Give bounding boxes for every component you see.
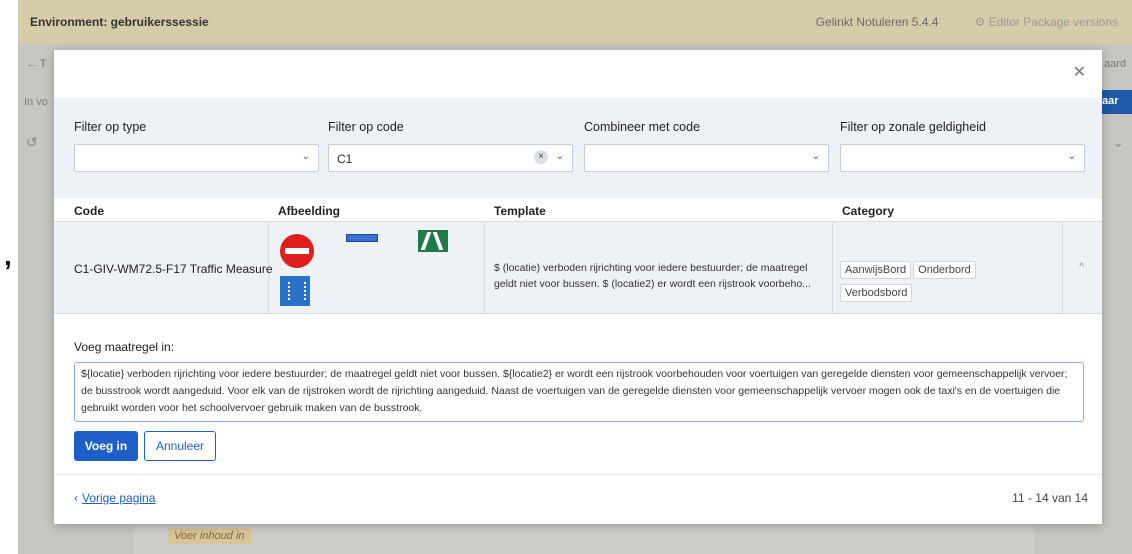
chevron-up-icon[interactable]: ^ <box>1079 262 1084 273</box>
filter-panel: Filter op type ⌄ Filter op code C1 × ⌄ C… <box>54 98 1102 198</box>
filter-combine-label: Combineer met code <box>584 120 701 134</box>
chevron-down-icon: ⌄ <box>811 151 820 162</box>
filter-code-label: Filter op code <box>328 120 404 134</box>
chevron-down-icon: ⌄ <box>555 151 564 162</box>
chevron-down-icon: ⌄ <box>1067 151 1076 162</box>
chevron-left-icon: ‹ <box>74 491 78 505</box>
category-tag: Verbodsbord <box>840 284 913 302</box>
environment-title: Environment: gebruikerssessie <box>30 15 209 29</box>
chevron-down-icon: ⌄ <box>301 151 310 162</box>
road-lanes-sign-icon <box>418 230 448 252</box>
environment-info: Gelinkt Notuleren 5.4.4 ⚙ Editor Package… <box>816 0 1118 44</box>
column-template: Template <box>494 204 546 218</box>
no-entry-sign-icon <box>280 234 314 268</box>
cancel-button[interactable]: Annuleer <box>144 431 216 461</box>
category-tag: AanwijsBord <box>840 261 912 279</box>
column-code: Code <box>74 204 104 218</box>
filter-zone-select[interactable]: ⌄ <box>840 144 1085 172</box>
back-link[interactable]: ← T <box>26 58 47 70</box>
filter-zone: Filter op zonale geldigheid ⌄ <box>840 120 1085 172</box>
measure-text-field[interactable]: ${locatie} verboden rijrichting voor ied… <box>74 362 1084 422</box>
category-tag: Onderbord <box>913 261 976 279</box>
stray-comma-mark: , <box>4 240 12 271</box>
table-row[interactable]: C1-GIV-WM72.5-F17 Traffic Measure $ (loc… <box>54 222 1102 314</box>
traffic-measure-modal: ✕ Filter op type ⌄ Filter op code C1 × ⌄… <box>54 50 1102 524</box>
filter-code: Filter op code C1 × ⌄ <box>328 120 573 172</box>
previous-page-link[interactable]: ‹ Vorige pagina <box>74 491 155 505</box>
pagination-range: 11 - 14 van 14 <box>1012 491 1088 505</box>
column-image: Afbeelding <box>278 204 340 218</box>
content-placeholder: Voer inhoud in <box>168 528 251 544</box>
table-header: Code Afbeelding Template Category <box>54 198 1102 222</box>
close-icon[interactable]: ✕ <box>1073 62 1086 82</box>
insert-label: Voeg maatregel in: <box>74 340 175 354</box>
filter-code-value: C1 <box>337 152 353 166</box>
filter-type: Filter op type ⌄ <box>74 120 319 172</box>
app-version: Gelinkt Notuleren 5.4.4 <box>815 15 939 29</box>
filter-code-select[interactable]: C1 × ⌄ <box>328 144 573 172</box>
dashboard-link[interactable]: aard <box>1104 58 1126 70</box>
footer-divider <box>54 474 1102 475</box>
insert-button[interactable]: Voeg in <box>74 431 138 461</box>
row-code: C1-GIV-WM72.5-F17 Traffic Measure <box>74 262 273 276</box>
sub-sign-icon <box>346 234 378 242</box>
gear-icon: ⚙ <box>974 15 986 29</box>
filter-zone-label: Filter op zonale geldigheid <box>840 120 986 134</box>
editor-package-versions-link[interactable]: ⚙ Editor Package versions <box>974 15 1118 29</box>
filter-type-select[interactable]: ⌄ <box>74 144 319 172</box>
filter-combine: Combineer met code ⌄ <box>584 120 829 172</box>
column-divider <box>832 222 833 314</box>
background-toolbar-text: In vo <box>24 96 48 108</box>
undo-icon[interactable]: ↺ <box>26 134 38 151</box>
column-divider <box>484 222 485 314</box>
column-category: Category <box>842 204 895 218</box>
filter-type-label: Filter op type <box>74 120 147 134</box>
filter-combine-select[interactable]: ⌄ <box>584 144 829 172</box>
column-divider <box>1062 222 1063 314</box>
chevron-down-icon[interactable]: ⌄ <box>1112 134 1124 151</box>
row-template: $ (locatie) verboden rijrichting voor ie… <box>494 262 811 290</box>
row-categories: AanwijsBord OnderbordVerbodsbord <box>840 260 1020 306</box>
clear-icon[interactable]: × <box>534 150 548 164</box>
bus-lane-sign-icon <box>280 276 310 306</box>
